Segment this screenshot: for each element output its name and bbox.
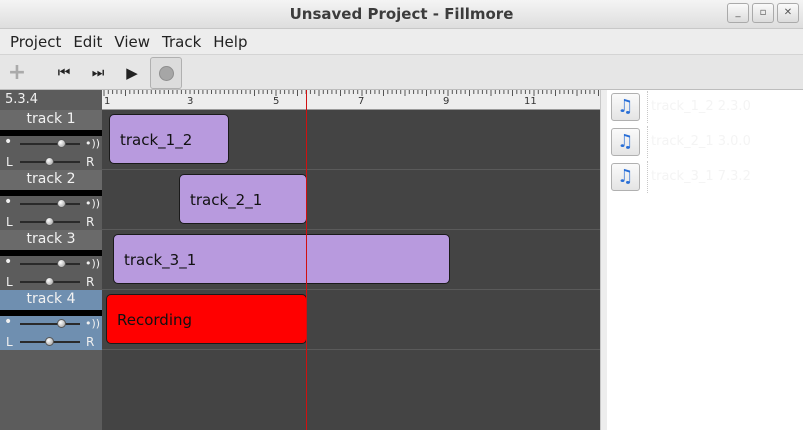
pan-slider[interactable]: L R [0,274,102,290]
track-name[interactable]: track 1 [0,110,102,130]
volume-knob[interactable] [57,319,66,328]
lane-divider [102,169,600,170]
volume-knob[interactable] [57,139,66,148]
slider-track [20,143,80,145]
pan-knob[interactable] [45,337,54,346]
playhead[interactable] [306,90,307,430]
pan-left-label: L [6,275,13,289]
volume-low-icon: • [4,194,13,210]
ruler-label: 11 [524,96,537,107]
volume-low-icon: • [4,314,13,330]
library-item[interactable]: ♫ track_3_1 7.3.2 [611,161,801,193]
slider-track [20,263,80,265]
title-bar: Unsaved Project - Fillmore _ ▫ ✕ [0,0,803,29]
volume-icon: •)) [85,137,101,150]
volume-icon: •)) [85,197,101,210]
track-header[interactable]: track 1 • •)) L R [0,110,102,170]
track-header[interactable]: track 2 • •)) L R [0,170,102,230]
library-item-name: track_2_1 3.0.0 [651,134,751,149]
pan-knob[interactable] [45,277,54,286]
library-item[interactable]: ♫ track_2_1 3.0.0 [611,126,801,158]
column-separator [647,126,648,158]
slider-track [20,203,80,205]
track-name[interactable]: track 4 [0,290,102,310]
record-button[interactable] [150,57,182,89]
pan-left-label: L [6,155,13,169]
music-note-icon[interactable]: ♫ [611,93,640,121]
forward-to-end-button[interactable]: ⏭ [86,59,110,87]
app-window: Unsaved Project - Fillmore _ ▫ ✕ Project… [0,0,803,430]
column-separator [647,91,648,123]
lane-divider [102,229,600,230]
menu-view[interactable]: View [108,29,156,54]
volume-low-icon: • [4,134,13,150]
add-button[interactable]: + [5,59,29,87]
menu-edit[interactable]: Edit [67,29,108,54]
volume-slider[interactable]: • •)) [0,314,102,332]
column-separator [647,161,648,193]
record-icon [159,66,174,81]
ruler-label: 3 [187,96,194,107]
recording-clip[interactable]: Recording [106,294,307,344]
lane-divider [102,349,600,350]
pan-slider[interactable]: L R [0,334,102,350]
music-note-icon[interactable]: ♫ [611,163,640,191]
ruler-label: 5 [273,96,280,107]
menu-track[interactable]: Track [156,29,207,54]
volume-slider[interactable]: • •)) [0,194,102,212]
pan-right-label: R [86,335,95,349]
track-header-panel: 5.3.4 track 1 • •)) L R track 2 • •)) L [0,90,102,430]
volume-icon: •)) [85,257,101,270]
toolbar: + ⏮ ⏭ ▶ [0,54,803,90]
ruler-label: 1 [104,96,111,107]
pan-left-label: L [6,335,13,349]
pan-knob[interactable] [45,157,54,166]
ruler-label: 7 [358,96,365,107]
media-library: ♫ track_1_2 2.3.0 ♫ track_2_1 3.0.0 ♫ tr… [607,90,803,430]
menu-bar: Project Edit View Track Help [0,29,803,54]
music-note-icon[interactable]: ♫ [611,128,640,156]
slider-track [20,323,80,325]
library-item-name: track_1_2 2.3.0 [651,99,751,114]
track-name[interactable]: track 2 [0,170,102,190]
minimize-button[interactable]: _ [727,3,749,23]
track-header[interactable]: track 4 • •)) L R [0,290,102,350]
menu-help[interactable]: Help [207,29,253,54]
volume-low-icon: • [4,254,13,270]
pan-right-label: R [86,155,95,169]
rewind-to-start-button[interactable]: ⏮ [52,59,76,87]
close-button[interactable]: ✕ [777,3,799,23]
window-title: Unsaved Project - Fillmore [289,5,514,23]
lane-divider [102,289,600,290]
timeline[interactable]: 1 3 5 7 9 11 track_1_2 track_2_1 track_3_1 Recor… [102,90,600,430]
track-name[interactable]: track 3 [0,230,102,250]
track-header[interactable]: track 3 • •)) L R [0,230,102,290]
pan-slider[interactable]: L R [0,154,102,170]
panel-splitter[interactable] [600,90,607,430]
pan-knob[interactable] [45,217,54,226]
pan-right-label: R [86,275,95,289]
audio-clip[interactable]: track_2_1 [179,174,307,224]
pan-slider[interactable]: L R [0,214,102,230]
time-readout: 5.3.4 [5,92,39,107]
audio-clip[interactable]: track_1_2 [109,114,229,164]
volume-knob[interactable] [57,259,66,268]
audio-clip[interactable]: track_3_1 [113,234,450,284]
pan-left-label: L [6,215,13,229]
volume-icon: •)) [85,317,101,330]
library-item-name: track_3_1 7.3.2 [651,169,751,184]
play-button[interactable]: ▶ [120,59,144,87]
volume-slider[interactable]: • •)) [0,254,102,272]
volume-knob[interactable] [57,199,66,208]
pan-right-label: R [86,215,95,229]
window-controls: _ ▫ ✕ [727,3,799,23]
menu-project[interactable]: Project [4,29,67,54]
maximize-button[interactable]: ▫ [752,3,774,23]
library-item[interactable]: ♫ track_1_2 2.3.0 [611,91,801,123]
time-ruler[interactable]: 1 3 5 7 9 11 [102,90,600,110]
ruler-label: 9 [443,96,450,107]
volume-slider[interactable]: • •)) [0,134,102,152]
